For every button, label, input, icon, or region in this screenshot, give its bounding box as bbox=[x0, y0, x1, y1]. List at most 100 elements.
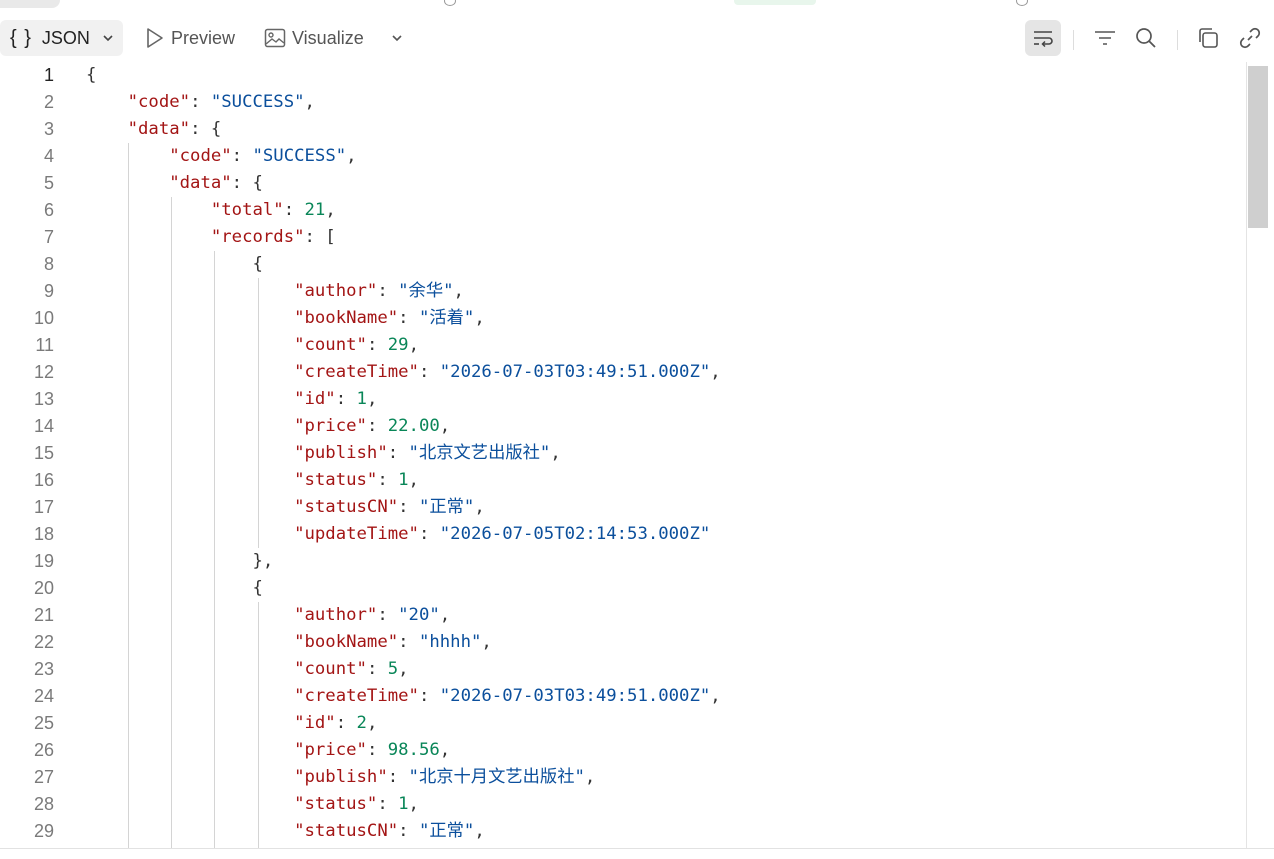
line-number: 5 bbox=[43, 173, 54, 193]
link-icon bbox=[1239, 27, 1261, 49]
json-string: "北京文艺出版社" bbox=[408, 443, 551, 463]
filter-button[interactable] bbox=[1092, 20, 1118, 56]
json-key: "data" bbox=[127, 119, 191, 139]
json-key: "id" bbox=[294, 389, 336, 409]
json-punctuation: : bbox=[387, 443, 409, 463]
json-number: 1 bbox=[398, 470, 409, 490]
line-number: 19 bbox=[33, 551, 54, 571]
line-number: 1 bbox=[43, 65, 54, 85]
visualize-button[interactable]: Visualize bbox=[264, 20, 364, 56]
chevron-down-icon bbox=[391, 32, 403, 44]
code-line: "records": [ bbox=[86, 224, 1246, 251]
top-tab-strip bbox=[0, 0, 1274, 10]
link-button[interactable] bbox=[1237, 20, 1263, 56]
line-number: 25 bbox=[33, 713, 54, 733]
code-line: "id": 2, bbox=[86, 710, 1246, 737]
code-line: "createTime": "2026-07-03T03:49:51.000Z"… bbox=[86, 359, 1246, 386]
line-number: 23 bbox=[33, 659, 54, 679]
format-mode-dropdown[interactable]: { } JSON bbox=[0, 20, 123, 56]
json-punctuation: { bbox=[86, 578, 263, 598]
json-punctuation: : bbox=[398, 821, 419, 841]
json-punctuation: : bbox=[283, 200, 305, 220]
json-punctuation: , bbox=[710, 686, 721, 706]
search-button[interactable] bbox=[1133, 20, 1159, 56]
search-icon bbox=[1135, 27, 1157, 49]
json-punctuation: , bbox=[408, 794, 419, 814]
response-toolbar: { } JSON Preview Visualize bbox=[0, 18, 1274, 60]
json-key: "author" bbox=[294, 281, 378, 301]
visualize-label: Visualize bbox=[292, 27, 364, 48]
code-line: "data": { bbox=[86, 116, 1246, 143]
json-punctuation: : bbox=[418, 524, 440, 544]
toolbar-divider bbox=[1073, 30, 1074, 50]
json-punctuation: , bbox=[408, 470, 419, 490]
json-punctuation: , bbox=[439, 416, 451, 436]
line-number: 2 bbox=[43, 92, 54, 112]
json-key: "bookName" bbox=[294, 308, 399, 328]
json-punctuation bbox=[86, 335, 294, 355]
json-key: "updateTime" bbox=[294, 524, 419, 544]
code-line: "author": "余华", bbox=[86, 278, 1246, 305]
json-punctuation: : bbox=[335, 713, 357, 733]
line-number: 21 bbox=[33, 605, 54, 625]
json-punctuation: , bbox=[550, 443, 561, 463]
json-punctuation bbox=[86, 119, 128, 139]
line-number: 17 bbox=[33, 497, 54, 517]
chevron-down-icon bbox=[102, 32, 114, 44]
json-punctuation bbox=[86, 146, 169, 166]
json-punctuation: , bbox=[474, 308, 485, 328]
play-icon bbox=[145, 27, 165, 49]
json-key: "createTime" bbox=[294, 686, 419, 706]
code-line: "total": 21, bbox=[86, 197, 1246, 224]
code-line: "code": "SUCCESS", bbox=[86, 143, 1246, 170]
json-punctuation bbox=[86, 443, 294, 463]
json-punctuation bbox=[86, 821, 294, 841]
json-string: "2026-07-03T03:49:51.000Z" bbox=[439, 362, 711, 382]
json-punctuation: , bbox=[325, 200, 336, 220]
code-line: "statusCN": "正常", bbox=[86, 494, 1246, 521]
json-key: "count" bbox=[294, 659, 367, 679]
json-punctuation: : bbox=[398, 497, 419, 517]
json-punctuation bbox=[86, 659, 294, 679]
line-number-gutter: 1 2 3 4 5 6 7 8 9 10 11 12 13 14 15 16 17 18 19 20 21 22 23 24 2… bbox=[0, 62, 60, 845]
toolbar-divider bbox=[1177, 30, 1178, 50]
json-punctuation bbox=[86, 524, 294, 544]
json-punctuation bbox=[86, 632, 294, 652]
json-punctuation: : bbox=[366, 740, 388, 760]
code-lines: { "code": "SUCCESS", "data": { "code": "… bbox=[86, 62, 1246, 845]
json-punctuation bbox=[86, 686, 294, 706]
preview-button[interactable]: Preview bbox=[145, 20, 235, 56]
json-punctuation bbox=[86, 200, 211, 220]
json-punctuation: : bbox=[377, 281, 399, 301]
json-punctuation bbox=[86, 416, 294, 436]
json-string: "2026-07-03T03:49:51.000Z" bbox=[439, 686, 711, 706]
line-number: 22 bbox=[33, 632, 54, 652]
code-line: }, bbox=[86, 548, 1246, 575]
json-punctuation bbox=[86, 92, 128, 112]
bottom-divider bbox=[0, 848, 1274, 849]
json-punctuation: , bbox=[304, 92, 315, 112]
json-number: 98.56 bbox=[387, 740, 440, 760]
code-line: "createTime": "2026-07-03T03:49:51.000Z"… bbox=[86, 683, 1246, 710]
line-number: 10 bbox=[33, 308, 54, 328]
json-key: "price" bbox=[294, 416, 367, 436]
scrollbar-thumb[interactable] bbox=[1248, 66, 1268, 228]
line-number: 8 bbox=[43, 254, 54, 274]
wrap-lines-button[interactable] bbox=[1025, 20, 1061, 56]
json-punctuation: , bbox=[453, 281, 464, 301]
code-line: { bbox=[86, 62, 1246, 89]
json-string: "活着" bbox=[418, 308, 475, 328]
line-number: 26 bbox=[33, 740, 54, 760]
code-line: "count": 5, bbox=[86, 656, 1246, 683]
json-punctuation: , bbox=[398, 659, 409, 679]
json-punctuation: : bbox=[418, 362, 440, 382]
json-code-editor[interactable]: 1 2 3 4 5 6 7 8 9 10 11 12 13 14 15 16 17 18 19 20 21 22 23 24 2… bbox=[0, 62, 1246, 848]
line-number: 3 bbox=[43, 119, 54, 139]
code-line: "id": 1, bbox=[86, 386, 1246, 413]
copy-button[interactable] bbox=[1195, 20, 1221, 56]
line-number: 11 bbox=[35, 335, 54, 355]
code-line: "status": 1, bbox=[86, 791, 1246, 818]
visualize-dropdown-button[interactable] bbox=[388, 20, 406, 56]
json-number: 22.00 bbox=[387, 416, 440, 436]
json-string: "余华" bbox=[398, 281, 454, 301]
